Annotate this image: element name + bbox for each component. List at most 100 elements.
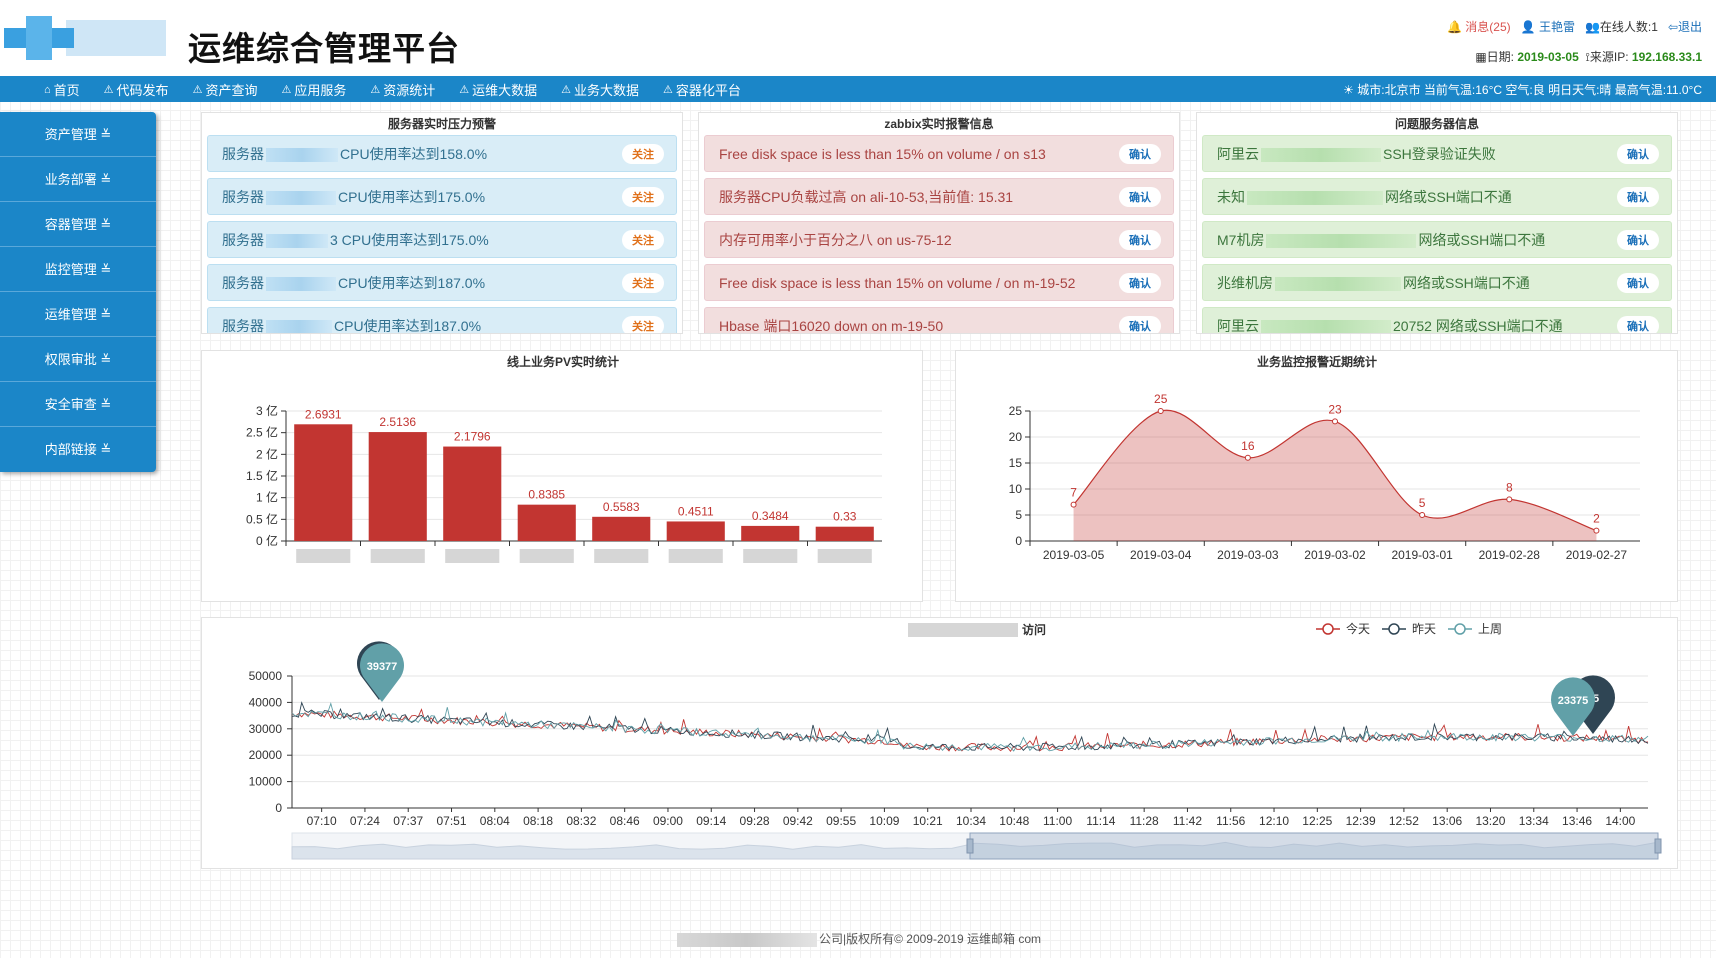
confirm-button[interactable]: 确认 [1119, 272, 1161, 293]
home-icon: ⌂ [44, 83, 51, 96]
confirm-button[interactable]: 确认 [1617, 315, 1659, 333]
zoom-window[interactable] [969, 832, 1659, 860]
y-tick-label: 5 [1015, 508, 1022, 522]
alert-detail: 20752 网络或SSH端口不通 [1393, 317, 1563, 334]
alert-detail: 网络或SSH端口不通 [1418, 231, 1546, 248]
alert-text: M7机房 网络或SSH端口不通 [1217, 230, 1545, 250]
pv-bar-chart: 线上业务PV实时统计 0 亿 0.5 亿 1 亿 1.5 亿 2 亿 2.5 亿 3 亿 2.6… [246, 354, 882, 563]
sidebar-item-6[interactable]: 安全审查 ≚ [0, 382, 156, 427]
alert-detail: 网络或SSH端口不通 [1403, 274, 1530, 291]
redacted-host [1247, 190, 1383, 205]
confirm-button[interactable]: 确认 [1617, 186, 1659, 207]
messages-link[interactable]: 🔔 消息(25) [1447, 18, 1511, 35]
confirm-button[interactable]: 确认 [1119, 143, 1161, 164]
y-tick-label: 40000 [249, 695, 283, 709]
x-tick-label: 08:46 [610, 814, 640, 828]
confirm-button[interactable]: 确认 [1119, 229, 1161, 250]
confirm-button[interactable]: 确认 [1119, 315, 1161, 333]
follow-button[interactable]: 关注 [622, 315, 664, 333]
nav-item-5[interactable]: ⚠ 运维大数据 [459, 80, 537, 99]
redacted-host [1261, 319, 1391, 333]
bar-value-label: 0.33 [833, 510, 857, 524]
legend-item[interactable]: 昨天 [1382, 622, 1436, 636]
data-point[interactable] [1593, 527, 1600, 534]
follow-button[interactable]: 关注 [622, 186, 664, 207]
legend-label: 昨天 [1412, 622, 1436, 636]
sidebar-item-5[interactable]: 权限审批 ≚ [0, 337, 156, 382]
nav-item-2[interactable]: ⚠ 资产查询 [193, 80, 258, 99]
alert-text: 服务器 CPU使用率达到187.0% [222, 316, 481, 333]
sidebar-item-2[interactable]: 容器管理 ≚ [0, 202, 156, 247]
alert-row: M7机房 网络或SSH端口不通 确认 [1202, 221, 1672, 258]
zoom-handle-left[interactable] [966, 838, 974, 854]
data-label: 23 [1328, 402, 1342, 416]
x-tick-label: 13:34 [1519, 814, 1549, 828]
logout-link[interactable]: ⇦退出 [1668, 18, 1702, 35]
y-tick-label: 2.5 亿 [246, 425, 278, 440]
data-point[interactable] [1244, 454, 1251, 461]
nav-item-0[interactable]: ⌂ 首页 [44, 80, 80, 99]
bar[interactable] [517, 504, 576, 541]
zoom-handle-right[interactable] [1654, 838, 1662, 854]
top-nav: ⌂ 首页 ⚠ 代码发布 ⚠ 资产查询 ⚠ 应用服务 ⚠ 资源统计 ⚠ 运维大数据 ⚠ 业务大数据 ⚠ 容器化平… [0, 76, 1716, 102]
x-tick-label: 12:10 [1259, 814, 1289, 828]
alert-row: Free disk space is less than 15% on volu… [704, 264, 1174, 301]
x-tick-label: 08:32 [566, 814, 596, 828]
alert-prefix: 阿里云 [1217, 317, 1259, 334]
nav-item-4[interactable]: ⚠ 资源统计 [370, 80, 435, 99]
alert-detail: SSH登录验证失败 [1383, 145, 1496, 162]
alert-message: Hbase 端口16020 down on m-19-50 [719, 317, 944, 334]
data-point[interactable] [1070, 501, 1077, 508]
bar[interactable] [368, 432, 427, 541]
legend-item[interactable]: 今天 [1316, 621, 1370, 636]
nav-item-label: 首页 [53, 83, 80, 98]
follow-button[interactable]: 关注 [622, 272, 664, 293]
bar-value-label: 0.3484 [752, 509, 789, 523]
bar[interactable] [294, 424, 353, 541]
nav-item-1[interactable]: ⚠ 代码发布 [104, 80, 169, 99]
alert-text: 未知 网络或SSH端口不通 [1217, 187, 1512, 207]
warning-icon: ⚠ [370, 84, 381, 96]
x-tick-label: 2019-03-03 [1217, 548, 1279, 562]
alert-detail: CPU使用率达到158.0% [340, 145, 488, 162]
redacted-host [266, 233, 328, 248]
data-point[interactable] [1506, 496, 1513, 503]
sidebar-item-4[interactable]: 运维管理 ≚ [0, 292, 156, 337]
warning-icon: ⚠ [281, 84, 292, 96]
nav-item-7[interactable]: ⚠ 容器化平台 [663, 80, 741, 99]
follow-button[interactable]: 关注 [622, 143, 664, 164]
bar[interactable] [443, 446, 502, 541]
bar[interactable] [741, 525, 800, 541]
bar[interactable] [592, 516, 651, 541]
sidebar-item-1[interactable]: 业务部署 ≚ [0, 157, 156, 202]
warning-icon: ⚠ [192, 84, 203, 96]
legend-item[interactable]: 上周 [1448, 622, 1502, 636]
bar[interactable] [666, 521, 725, 541]
sidebar-item-7[interactable]: 内部链接 ≚ [0, 427, 156, 472]
sidebar-item-3[interactable]: 监控管理 ≚ [0, 247, 156, 292]
alert-prefix: 阿里云 [1217, 145, 1259, 162]
alert-row: Hbase 端口16020 down on m-19-50 确认 [704, 307, 1174, 333]
alert-row: 未知 网络或SSH端口不通 确认 [1202, 178, 1672, 215]
y-tick-label: 10 [1009, 482, 1023, 496]
alert-text: 服务器CPU负载过高 on ali-10-53,当前值: 15.31 [719, 187, 1013, 207]
x-tick-label: 11:42 [1173, 814, 1202, 828]
nav-item-3[interactable]: ⚠ 应用服务 [281, 80, 346, 99]
data-point[interactable] [1419, 512, 1426, 518]
confirm-button[interactable]: 确认 [1617, 229, 1659, 250]
data-point[interactable] [1157, 408, 1164, 414]
y-tick-label: 15 [1009, 456, 1023, 470]
alert-prefix: M7机房 [1217, 231, 1265, 248]
data-point[interactable] [1332, 418, 1338, 425]
nav-item-6[interactable]: ⚠ 业务大数据 [561, 80, 639, 99]
bar[interactable] [815, 526, 874, 541]
follow-button[interactable]: 关注 [622, 229, 664, 250]
confirm-button[interactable]: 确认 [1617, 272, 1659, 293]
traffic-chart-panel: 访问 今天 昨天 上周 0 10000 20000 30000 40000 50000 07:10 0… [201, 617, 1678, 869]
confirm-button[interactable]: 确认 [1119, 186, 1161, 207]
sidebar-item-0[interactable]: 资产管理 ≚ [0, 112, 156, 157]
user-link[interactable]: 👤 王艳雷 [1521, 18, 1575, 35]
y-tick-label: 20 [1009, 430, 1023, 444]
confirm-button[interactable]: 确认 [1617, 143, 1659, 164]
redacted-category-label [296, 549, 351, 563]
